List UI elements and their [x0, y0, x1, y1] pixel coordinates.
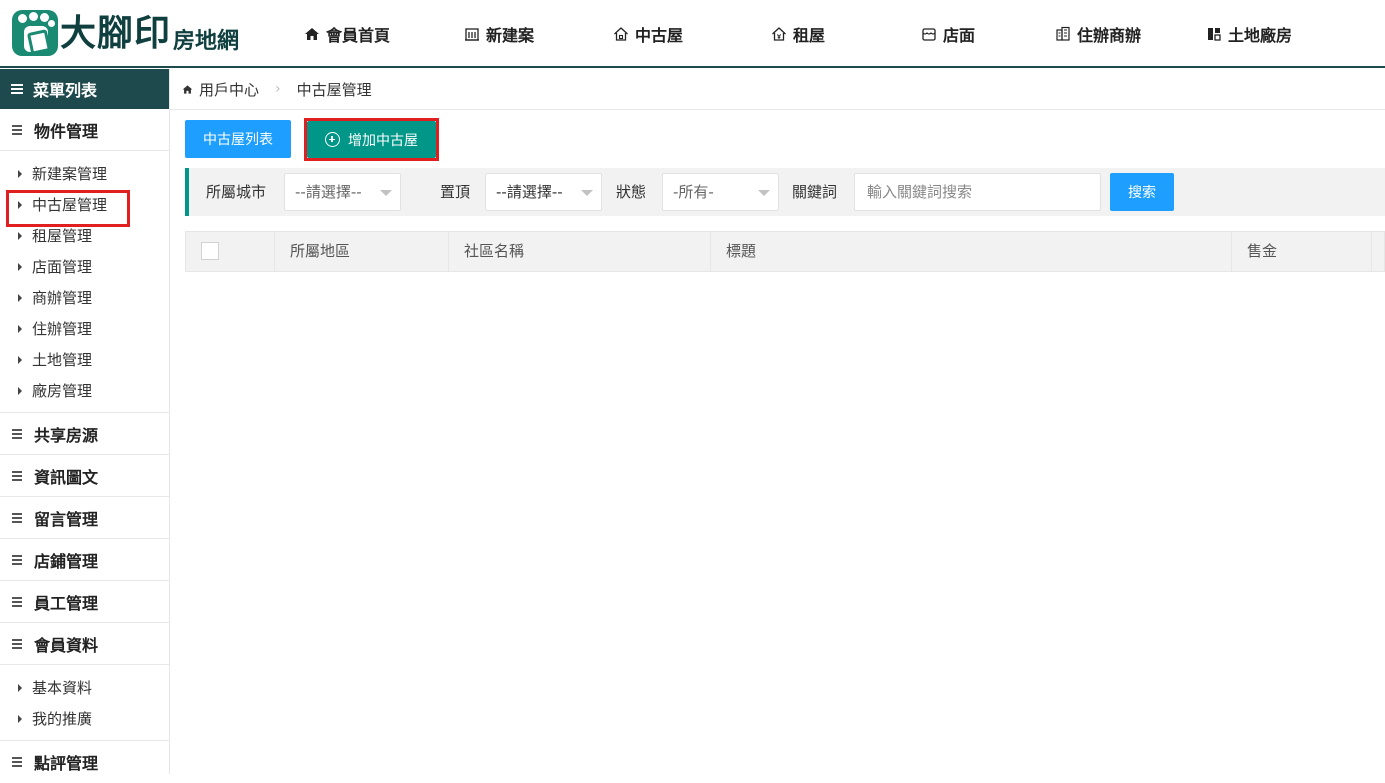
nav-second-hand-house[interactable]: 中古屋 [613, 0, 683, 68]
caret-right-icon [18, 714, 22, 723]
land-icon [1208, 28, 1221, 41]
footprint-logo-icon [12, 10, 58, 56]
keyword-input[interactable] [854, 173, 1101, 211]
sidebar-item-residential-office[interactable]: 住辦管理 [0, 313, 169, 344]
sidebar-item-factory[interactable]: 廠房管理 [0, 375, 169, 406]
column-region[interactable]: 所屬地區 [275, 232, 449, 271]
nav-land-factory[interactable]: 土地廠房 [1206, 0, 1292, 68]
select-all-cell [186, 232, 275, 271]
caret-right-icon [18, 200, 22, 209]
sidebar-group-reviews[interactable]: 點評管理 [0, 741, 169, 783]
city-select[interactable]: --請選擇-- [284, 173, 401, 211]
caret-right-icon [18, 355, 22, 364]
sidebar-group-news[interactable]: 資訊圖文 [0, 455, 169, 497]
member-submenu: 基本資料 我的推廣 [0, 665, 169, 741]
column-price[interactable]: 售金 [1232, 232, 1372, 271]
sidebar-group-messages[interactable]: 留言管理 [0, 497, 169, 539]
sidebar-item-basic-info[interactable]: 基本資料 [0, 672, 169, 703]
column-title[interactable]: 標題 [711, 232, 1232, 271]
sidebar-group-stores[interactable]: 店鋪管理 [0, 539, 169, 581]
column-community[interactable]: 社區名稱 [449, 232, 711, 271]
add-house-button[interactable]: 增加中古屋 [307, 121, 436, 158]
nav-office[interactable]: 住辦商辦 [1055, 0, 1141, 68]
top-header: 大腳印 房地網 會員首頁 新建案 中古屋 租屋 店面 住辦商辦 土地廠房 [0, 0, 1385, 68]
sidebar-item-new-project[interactable]: 新建案管理 [0, 158, 169, 189]
list-icon [12, 512, 22, 523]
breadcrumb: 用戶中心 › 中古屋管理 [170, 69, 1385, 110]
caret-right-icon [18, 683, 22, 692]
top-select[interactable]: --請選擇-- [485, 173, 602, 211]
property-submenu: 新建案管理 中古屋管理 租屋管理 店面管理 商辦管理 住辦管理 土地管理 廠房管… [0, 151, 169, 413]
sidebar-item-rent[interactable]: 租屋管理 [0, 220, 169, 251]
sidebar-group-staff[interactable]: 員工管理 [0, 581, 169, 623]
dropdown-arrow-icon [581, 190, 593, 196]
breadcrumb-current: 中古屋管理 [296, 80, 372, 99]
top-label: 置頂 [440, 183, 471, 201]
sidebar-item-second-hand-house[interactable]: 中古屋管理 [0, 189, 169, 227]
list-icon [12, 428, 22, 439]
select-all-checkbox[interactable] [201, 242, 219, 260]
plus-circle-icon [325, 132, 340, 147]
building-icon [465, 28, 479, 41]
home-icon [182, 84, 193, 94]
keyword-label: 關鍵詞 [792, 183, 838, 201]
dropdown-arrow-icon [758, 190, 770, 196]
caret-right-icon [18, 386, 22, 395]
caret-right-icon [18, 324, 22, 333]
status-label: 狀態 [616, 183, 647, 201]
caret-right-icon [18, 293, 22, 302]
list-icon [12, 554, 22, 565]
search-button[interactable]: 搜索 [1110, 173, 1174, 211]
nav-member-home[interactable]: 會員首頁 [304, 0, 390, 68]
table-header: 所屬地區 社區名稱 標題 售金 [185, 231, 1385, 272]
house-icon [614, 27, 628, 41]
caret-right-icon [18, 231, 22, 240]
sidebar-group-member[interactable]: 會員資料 [0, 623, 169, 665]
list-icon [12, 638, 22, 649]
office-icon [1056, 26, 1070, 41]
nav-rent[interactable]: 租屋 [771, 0, 825, 68]
list-button[interactable]: 中古屋列表 [185, 120, 291, 158]
site-logo[interactable]: 大腳印 房地網 [12, 6, 239, 56]
home-icon [305, 28, 319, 40]
caret-right-icon [18, 262, 22, 271]
shop-icon [922, 28, 936, 41]
sidebar-title: 菜單列表 [0, 69, 169, 109]
list-icon [12, 596, 22, 607]
sidebar-item-shop[interactable]: 店面管理 [0, 251, 169, 282]
logo-title: 大腳印 [60, 12, 172, 54]
filter-bar: 所屬城市 --請選擇-- 置頂 --請選擇-- 狀態 -所有- 關鍵詞 搜索 [185, 168, 1385, 216]
nav-new-project[interactable]: 新建案 [464, 0, 534, 68]
breadcrumb-home-link[interactable]: 用戶中心 [199, 79, 259, 100]
sidebar-item-commercial-office[interactable]: 商辦管理 [0, 282, 169, 313]
status-select[interactable]: -所有- [662, 173, 779, 211]
caret-right-icon [18, 169, 22, 178]
list-icon [12, 757, 22, 767]
dropdown-arrow-icon [380, 190, 392, 196]
sidebar-group-property[interactable]: 物件管理 [0, 109, 169, 151]
sidebar-group-shared[interactable]: 共享房源 [0, 413, 169, 455]
menu-lines-icon [11, 84, 23, 94]
breadcrumb-separator-icon: › [275, 81, 281, 97]
sidebar-item-my-promotion[interactable]: 我的推廣 [0, 703, 169, 734]
list-icon [12, 124, 22, 135]
list-icon [12, 470, 22, 481]
city-label: 所屬城市 [206, 183, 267, 201]
sidebar-item-land[interactable]: 土地管理 [0, 344, 169, 375]
logo-subtitle: 房地網 [173, 28, 240, 54]
nav-shop[interactable]: 店面 [921, 0, 975, 68]
sidebar: 菜單列表 物件管理 新建案管理 中古屋管理 租屋管理 店面管理 商辦管理 住辦管… [0, 69, 170, 774]
rent-house-icon [772, 27, 786, 41]
